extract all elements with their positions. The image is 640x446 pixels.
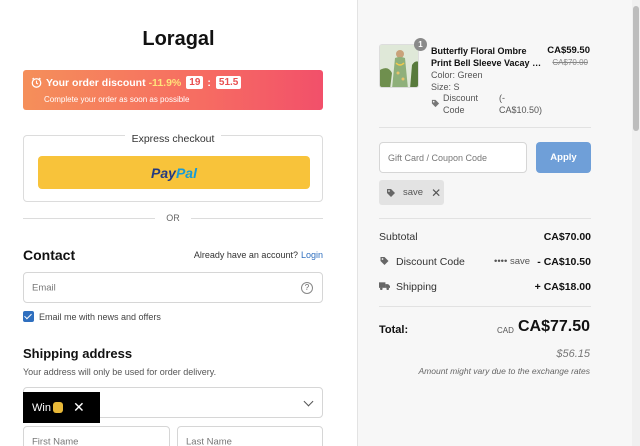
contact-heading: Contact <box>23 247 76 263</box>
email-placeholder: Email <box>32 282 56 293</box>
newsletter-label: Email me with news and offers <box>39 311 161 322</box>
help-icon[interactable]: ? <box>301 282 313 294</box>
truck-icon <box>379 282 390 291</box>
discount-banner: Your order discount -11.9% 19 : 51.5 Com… <box>23 70 323 110</box>
shipping-subtitle: Your address will only be used for order… <box>23 367 217 377</box>
currency-code: CAD <box>497 326 514 335</box>
countdown-separator: : <box>207 76 211 89</box>
clock-icon <box>31 77 42 88</box>
countdown-seconds: 51.5 <box>215 76 242 89</box>
total-label: Total: <box>379 324 409 336</box>
quantity-badge: 1 <box>414 38 427 51</box>
product-color: Color: Green <box>431 70 483 80</box>
discount-label: Your order discount <box>46 76 146 89</box>
discount-value: - CA$10.50 <box>537 256 591 268</box>
discount-subtitle: Complete your order as soon as possible <box>44 95 190 104</box>
close-icon[interactable]: ✕ <box>73 399 85 416</box>
first-name-placeholder: First Name <box>32 436 79 446</box>
store-logo[interactable]: Loragal <box>0 28 357 51</box>
divider <box>379 218 591 219</box>
coupon-input[interactable]: Gift Card / Coupon Code <box>379 142 527 173</box>
express-checkout-title: Express checkout <box>124 133 222 145</box>
countdown-minutes: 19 <box>186 76 204 89</box>
account-prompt: Already have an account? Login <box>194 250 323 260</box>
first-name-field[interactable]: First Name <box>23 426 170 446</box>
product-size: Size: S <box>431 82 460 92</box>
product-name-line1: Butterfly Floral Ombre <box>431 46 527 56</box>
discount-percent: -11.9% <box>148 76 182 89</box>
shipping-row: Shipping + CA$18.00 <box>379 281 591 293</box>
tag-icon <box>380 257 389 265</box>
subtotal-row: Subtotal CA$70.00 <box>379 231 591 243</box>
win-label: Win <box>32 401 51 414</box>
product-image <box>379 44 419 88</box>
account-prompt-text: Already have an account? <box>193 250 298 260</box>
scrollbar[interactable] <box>632 0 640 446</box>
discount-code: •••• save <box>494 256 531 267</box>
coupon-placeholder: Gift Card / Coupon Code <box>388 153 488 163</box>
scrollbar-thumb[interactable] <box>633 6 639 131</box>
paypal-button[interactable]: Pay Pal <box>38 156 310 189</box>
remove-coupon-icon[interactable]: ✕ <box>431 186 441 200</box>
applied-coupon-chip: save ✕ <box>379 180 444 205</box>
or-divider: OR <box>23 212 323 224</box>
product-price: CA$59.50 <box>547 45 590 56</box>
discount-label: Discount Code <box>396 256 465 268</box>
newsletter-option[interactable]: Email me with news and offers <box>23 311 161 322</box>
last-name-placeholder: Last Name <box>186 436 232 446</box>
apply-button[interactable]: Apply <box>536 142 591 173</box>
subtotal-value: CA$70.00 <box>543 231 591 243</box>
shipping-heading: Shipping address <box>23 346 133 361</box>
converted-price: $56.15 <box>556 348 590 360</box>
product-photo-illustration <box>380 45 418 87</box>
subtotal-label: Subtotal <box>379 231 418 243</box>
or-label: OR <box>166 213 180 223</box>
product-discount-label: Discount Code <box>443 93 479 115</box>
tag-icon <box>431 99 440 108</box>
coin-icon <box>52 402 63 413</box>
tag-icon <box>387 188 395 197</box>
product-name: Butterfly Floral Ombre Print Bell Sleeve… <box>431 45 549 69</box>
paypal-logo-pal: Pal <box>175 164 197 181</box>
product-discount-amount: (-CA$10.50) <box>499 93 543 115</box>
win-popup[interactable]: Win ✕ <box>23 392 100 423</box>
checkbox-checked-icon[interactable] <box>23 311 34 322</box>
discount-banner-row: Your order discount -11.9% 19 : 51.5 <box>31 76 242 89</box>
last-name-field[interactable]: Last Name <box>177 426 323 446</box>
total-value: CA$77.50 <box>517 318 590 335</box>
product-old-price: CA$70.00 <box>552 58 588 67</box>
shipping-label: Shipping <box>396 281 437 293</box>
email-field[interactable]: Email ? <box>23 272 323 303</box>
chevron-down-icon <box>303 396 314 407</box>
discount-row: Discount Code •••• save - CA$10.50 <box>379 256 591 268</box>
exchange-note: Amount might vary due to the exchange ra… <box>418 366 590 376</box>
paypal-logo-pay: Pay <box>151 164 176 181</box>
checkout-form-panel: Loragal Your order discount -11.9% 19 : … <box>0 0 357 446</box>
express-checkout-box: Express checkout Pay Pal <box>23 133 323 202</box>
applied-coupon-code: save <box>403 187 424 198</box>
shipping-value: + CA$18.00 <box>534 281 591 293</box>
divider <box>379 127 591 128</box>
login-link[interactable]: Login <box>301 250 323 260</box>
product-name-line2: Print Bell Sleeve Vacay Ma... <box>431 58 546 68</box>
divider <box>379 306 591 307</box>
